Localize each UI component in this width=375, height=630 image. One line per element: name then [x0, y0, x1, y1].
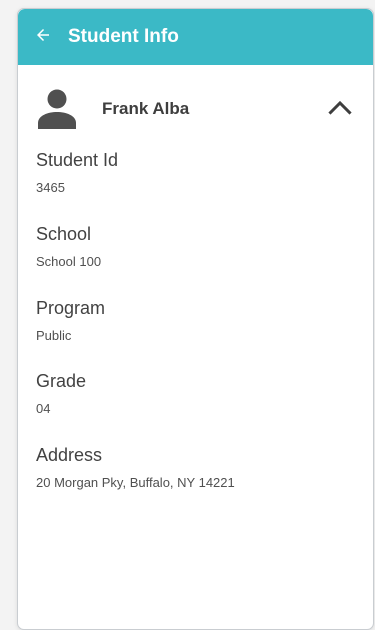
back-button[interactable]: [18, 9, 68, 65]
page-title: Student Info: [68, 26, 179, 47]
field-value: 20 Morgan Pky, Buffalo, NY 14221: [36, 475, 235, 490]
chevron-up-icon: [328, 99, 352, 120]
field-value: School 100: [36, 254, 102, 269]
field-value: 3465: [36, 180, 65, 195]
student-header[interactable]: Frank Alba: [18, 84, 373, 136]
field-school: School School 100: [36, 223, 101, 270]
field-label: Grade: [36, 371, 87, 391]
student-name: Frank Alba: [102, 99, 190, 118]
field-student-id: Student Id 3465: [36, 149, 118, 196]
person-icon: [36, 87, 78, 129]
field-program: Program Public: [36, 297, 105, 344]
collapse-button[interactable]: [324, 93, 356, 125]
arrow-left-icon: [34, 26, 52, 49]
field-value: 04: [36, 401, 51, 416]
field-label: Program: [36, 298, 106, 318]
field-label: School: [36, 224, 92, 244]
field-address: Address 20 Morgan Pky, Buffalo, NY 14221: [36, 444, 235, 491]
field-grade: Grade 04: [36, 370, 86, 417]
field-label: Address: [36, 445, 103, 465]
app-bar: Student Info: [18, 9, 373, 65]
student-info-screen: Student Info Frank Alba Student Id 3465 …: [17, 8, 374, 630]
field-value: Public: [36, 328, 72, 343]
field-label: Student Id: [36, 150, 119, 170]
